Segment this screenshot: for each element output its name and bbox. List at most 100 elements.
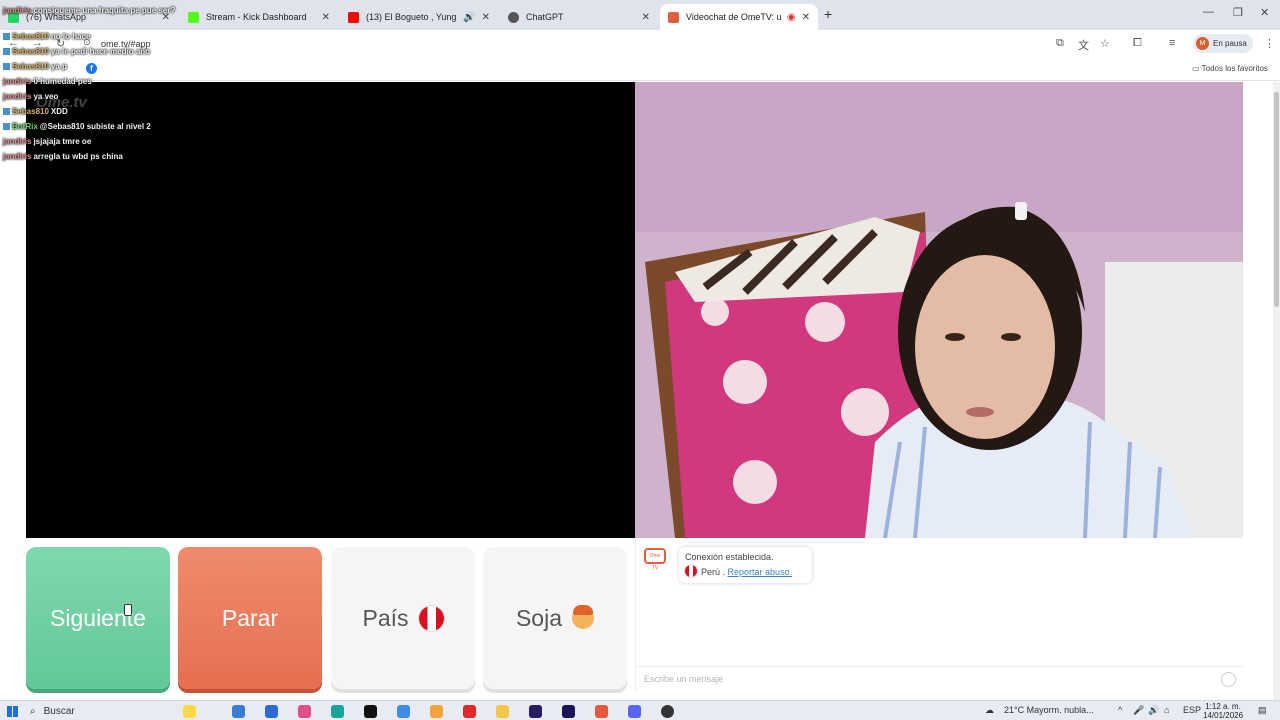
notifications-icon[interactable]: ▤ [1258, 705, 1267, 716]
mouse-cursor-icon [124, 604, 132, 616]
discord-icon[interactable] [628, 705, 641, 718]
stop-label: Parar [221, 604, 279, 631]
badge-icon [3, 108, 10, 115]
webcam-image [635, 82, 1243, 538]
gender-label: Soja [515, 604, 563, 631]
partner-country-line: Perú . Reportar abuso. [685, 565, 806, 580]
ometv-page: Siguiente Parar País Soja Ome TV Conexió… [0, 82, 1280, 700]
tab-youtube[interactable]: (13) El Bogueto , Yung Beef 🔊 ✕ [340, 4, 498, 30]
boy-emoji-icon [572, 605, 595, 629]
tab-title: (13) El Bogueto , Yung Beef [366, 12, 457, 22]
overlay-chat-line: Sebas810 XDD [3, 107, 68, 116]
speaker-icon[interactable]: 🔊 [463, 12, 475, 23]
tab-ometv[interactable]: Videochat de OmeTV: una ... ◉ ✕ [660, 4, 818, 30]
edge-icon[interactable] [265, 705, 278, 718]
taskbar-search-label: Buscar [43, 706, 75, 717]
tab-title: ChatGPT [526, 12, 564, 22]
weather-label[interactable]: 21°C Mayorm. nubla... [1004, 705, 1094, 715]
close-icon[interactable]: ✕ [642, 12, 650, 23]
scrollbar-thumb[interactable] [1274, 92, 1279, 307]
overlay-chat-line: jandiris jsjajaja tmre oe [3, 137, 92, 146]
install-app-icon[interactable]: ⧉ [1056, 37, 1064, 50]
obs-icon[interactable] [661, 705, 674, 718]
overlay-chat-line: Sebas810 ya le pedi hace medio año [3, 47, 150, 56]
address-bar: ← → ↻ ⊙ ome.tv/#app ⧉ 文 ☆ ⧠ ≡ M En pausa… [0, 30, 1280, 57]
extensions-icon[interactable]: ⧠ [1133, 37, 1142, 50]
tiktok-icon[interactable] [364, 705, 377, 718]
partner-country: Perú . [701, 567, 726, 577]
overlay-chat-line: Sebas810 ya p [3, 62, 67, 71]
overlay-chat-line: jandiris 0 humedad pes [3, 77, 92, 86]
chrome-icon[interactable] [595, 705, 608, 718]
chevron-up-icon[interactable]: ^ [1118, 705, 1122, 715]
volume-icon[interactable]: 🔊 [1148, 705, 1159, 716]
badge-icon [3, 63, 10, 70]
close-icon[interactable]: ✕ [482, 12, 490, 23]
app-icon[interactable] [298, 705, 311, 718]
all-bookmarks-button[interactable]: ▭ Todos los favoritos [1192, 64, 1268, 73]
bookmark-star-icon[interactable]: ☆ [1100, 37, 1110, 50]
clock-time: 1:12 a. m. [1205, 702, 1241, 711]
page-scrollbar[interactable] [1273, 82, 1280, 700]
close-icon[interactable]: ✕ [322, 12, 330, 23]
menu-icon[interactable]: ⋮ [1264, 37, 1275, 50]
taskbar-search[interactable]: ⌕ Buscar [30, 704, 180, 719]
premiere-icon[interactable] [562, 705, 575, 718]
recording-icon: ◉ [786, 11, 796, 23]
tab-kick[interactable]: Stream - Kick Dashboard ✕ [180, 4, 338, 30]
language-indicator[interactable]: ESP [1183, 705, 1201, 715]
browser-tab-bar: (76) WhatsApp ✕ Stream - Kick Dashboard … [0, 0, 1280, 30]
profile-button[interactable]: M En pausa [1193, 34, 1253, 53]
store-icon[interactable] [397, 705, 410, 718]
kick-icon [188, 11, 199, 23]
tab-title: Stream - Kick Dashboard [206, 12, 307, 22]
badge-icon [3, 33, 10, 40]
youtube-icon [348, 11, 359, 23]
after-effects-icon[interactable] [529, 705, 542, 718]
file-explorer-icon[interactable] [496, 705, 509, 718]
connection-status: Conexión establecida. [685, 552, 774, 562]
peru-flag-icon [685, 565, 697, 577]
new-tab-button[interactable]: + [824, 6, 832, 22]
copilot-icon[interactable] [183, 705, 196, 718]
close-window-icon[interactable]: ✕ [1260, 6, 1269, 19]
overlay-chat-line: jandiris arregla tu wbd ps china [3, 152, 123, 161]
report-abuse-link[interactable]: Reportar abuso. [728, 567, 793, 577]
chatgpt-icon [508, 11, 519, 23]
widgets-icon[interactable] [232, 705, 245, 718]
next-button[interactable]: Siguiente [26, 547, 170, 689]
windows-start-icon[interactable] [7, 706, 18, 717]
clock[interactable]: 1:12 a. m. 14/01/2026 [1203, 702, 1243, 720]
restore-icon[interactable]: ❐ [1233, 6, 1243, 19]
country-selector-button[interactable]: País [331, 547, 475, 689]
facebook-icon[interactable]: f [86, 63, 97, 74]
media-control-icon[interactable]: ≡ [1169, 37, 1175, 49]
profile-status: En pausa [1213, 39, 1247, 48]
system-message: Conexión establecida. Perú . Reportar ab… [679, 547, 812, 583]
weather-icon: ☁ [985, 705, 994, 715]
network-icon[interactable]: ⌂ [1164, 705, 1169, 715]
taskbar: ⌕ Buscar ☁ 21°C Mayorm. nubla... ^ 🎤 🔊 ⌂… [0, 700, 1280, 720]
overlay-chat-line: jandiris ya veo [3, 92, 59, 101]
bookmarks-bar: f ▭ Todos los favoritos [0, 57, 1280, 81]
emoji-picker-icon[interactable] [1221, 672, 1236, 687]
all-bookmarks-label: Todos los favoritos [1201, 64, 1268, 73]
stop-button[interactable]: Parar [178, 547, 322, 689]
app-icon[interactable] [430, 705, 443, 718]
clock-date: 14/01/2026 [1203, 711, 1244, 720]
youtube-music-icon[interactable] [463, 705, 476, 718]
gender-selector-button[interactable]: Soja [483, 547, 627, 689]
message-input[interactable]: Escribe un mensaje [636, 666, 1244, 691]
ometv-logo-icon: Ome TV [644, 548, 666, 571]
overlay-chat-line: jandiris consigueme una fraquita pe pue s… [3, 6, 176, 15]
close-icon[interactable]: ✕ [802, 12, 810, 23]
overlay-chat-line: Sebas810 no lo hace [3, 32, 90, 41]
browser-icon[interactable] [331, 705, 344, 718]
tab-chatgpt[interactable]: ChatGPT ✕ [500, 4, 658, 30]
overlay-chat-line: BotRix @Sebas810 subiste al nivel 2 [3, 122, 151, 131]
microphone-icon[interactable]: 🎤 [1133, 705, 1144, 716]
translate-icon[interactable]: 文 [1078, 37, 1089, 53]
minimize-icon[interactable]: — [1203, 6, 1214, 18]
stranger-video [26, 82, 635, 538]
badge-icon [3, 48, 10, 55]
